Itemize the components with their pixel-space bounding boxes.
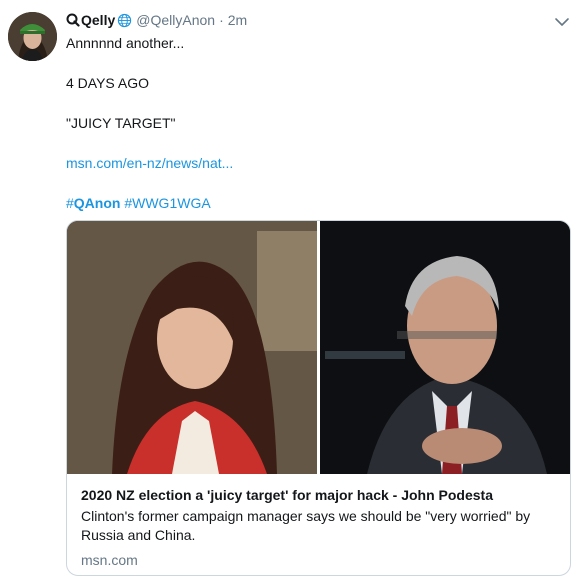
display-name[interactable]: Qelly xyxy=(66,12,136,28)
card-image xyxy=(67,221,570,474)
card-description: Clinton's former campaign manager says w… xyxy=(81,508,531,543)
tweet[interactable]: Qelly @QellyAnon · 2m Annnnnd another...… xyxy=(0,0,584,585)
tweet-timestamp[interactable]: 2m xyxy=(228,12,247,28)
header-separator: · xyxy=(219,12,224,28)
hashtag-qanon-prefix: # xyxy=(66,195,74,211)
hashtag-row: #QAnon #WWG1WGA xyxy=(66,193,566,213)
q-icon xyxy=(66,13,80,27)
tweet-line-1: Annnnnd another... xyxy=(66,35,185,51)
card-text: 2020 NZ election a 'juicy target' for ma… xyxy=(81,486,559,570)
display-name-text: Qelly xyxy=(81,12,116,28)
tweet-line-3: "JUICY TARGET" xyxy=(66,115,176,131)
hashtag-qanon-word: QAnon xyxy=(73,195,121,211)
card-photo xyxy=(67,221,570,474)
hashtag-wwg1wga[interactable]: #WWG1WGA xyxy=(124,195,210,211)
avatar-image xyxy=(8,12,57,61)
globe-icon xyxy=(118,13,132,27)
hashtag-qanon[interactable]: #QAnon xyxy=(66,195,120,211)
tweet-link[interactable]: msn.com/en-nz/news/nat... xyxy=(66,153,566,173)
tweet-header: Qelly @QellyAnon · 2m xyxy=(66,9,247,31)
user-handle[interactable]: @QellyAnon xyxy=(136,12,215,28)
avatar[interactable] xyxy=(8,12,57,61)
chevron-down-icon[interactable] xyxy=(554,14,570,30)
link-card[interactable]: 2020 NZ election a 'juicy target' for ma… xyxy=(66,220,571,576)
card-domain: msn.com xyxy=(81,552,138,568)
tweet-line-2: 4 DAYS AGO xyxy=(66,75,149,91)
card-title[interactable]: 2020 NZ election a 'juicy target' for ma… xyxy=(81,486,559,505)
tweet-text: Annnnnd another... 4 DAYS AGO "JUICY TAR… xyxy=(66,33,566,213)
